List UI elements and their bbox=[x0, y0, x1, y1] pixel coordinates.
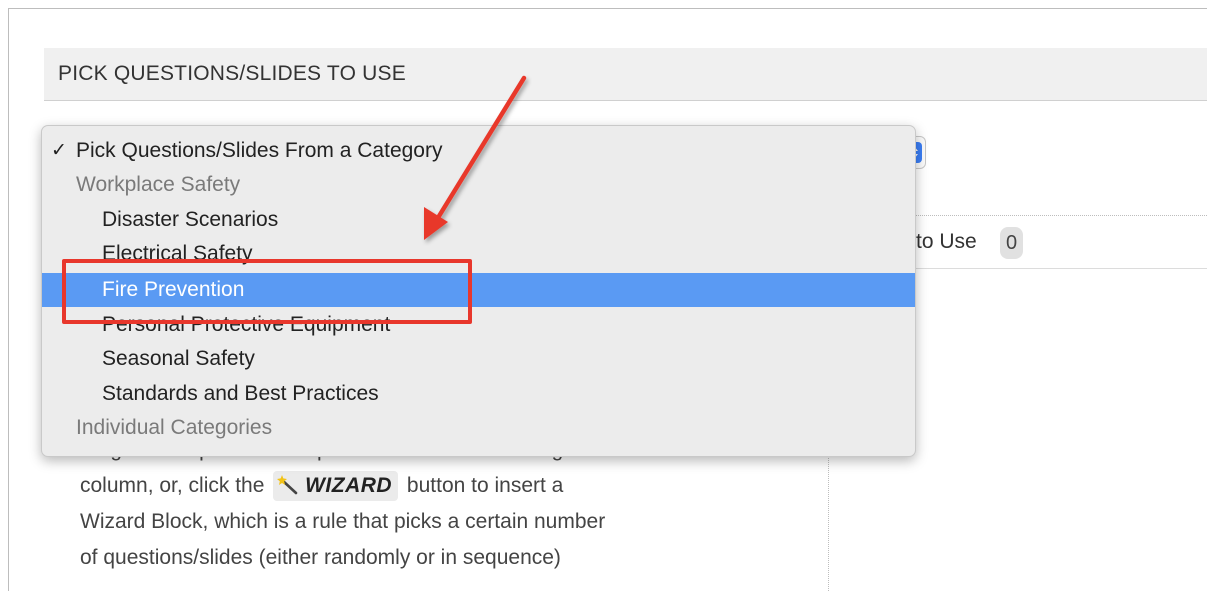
annotation-arrow bbox=[424, 75, 527, 240]
